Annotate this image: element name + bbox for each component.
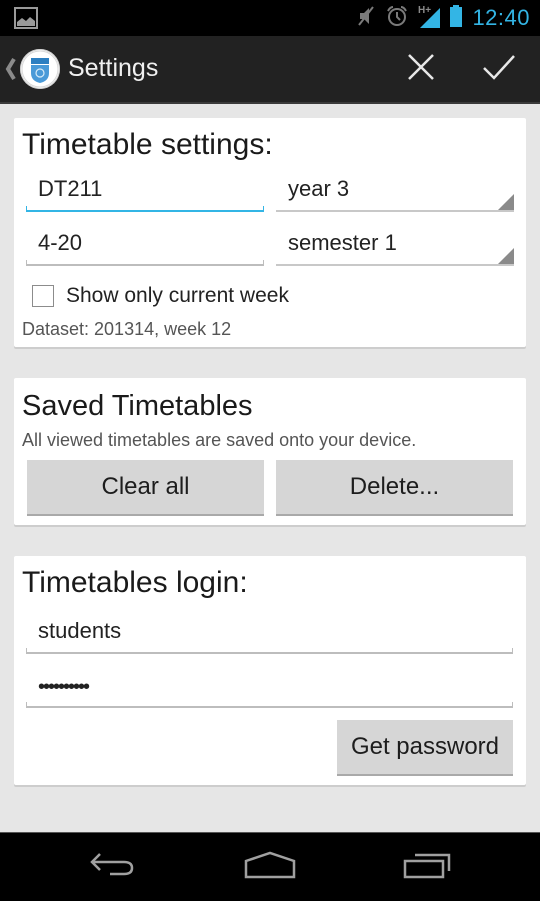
saved-timetables-title: Saved Timetables [22, 390, 253, 422]
back-icon [88, 850, 136, 885]
close-icon [407, 53, 435, 86]
image-notification-icon [14, 7, 38, 34]
home-icon [244, 851, 296, 884]
cancel-button[interactable] [386, 36, 456, 102]
mute-icon [356, 5, 376, 32]
show-current-week-label: Show only current week [66, 284, 289, 307]
back-button[interactable] [62, 833, 162, 901]
year-select-value: year 3 [288, 176, 350, 201]
show-current-week-checkbox[interactable]: Show only current week [32, 282, 289, 310]
saved-timetables-description: All viewed timetables are saved onto you… [22, 430, 417, 450]
get-password-button[interactable]: Get password [337, 720, 513, 776]
clear-all-button[interactable]: Clear all [27, 460, 264, 516]
recents-icon [403, 851, 453, 884]
clock: 12:40 [472, 5, 530, 30]
action-bar: Settings [0, 36, 540, 104]
saved-timetables-card: Saved Timetables All viewed timetables a… [14, 378, 526, 525]
dataset-info: Dataset: 201314, week 12 [22, 319, 232, 339]
timetables-login-title: Timetables login: [22, 566, 248, 599]
password-value: •••••••••• [38, 676, 90, 698]
semester-select-value: semester 1 [288, 230, 397, 255]
page-title: Settings [68, 54, 159, 82]
status-bar: H+ 12:40 [0, 0, 540, 36]
navigation-bar [0, 832, 540, 901]
year-select[interactable]: year 3 [276, 172, 514, 212]
signal-hplus-icon: H+ [418, 4, 441, 33]
password-input[interactable]: •••••••••• [26, 668, 513, 708]
app-logo[interactable] [20, 49, 60, 89]
recents-button[interactable] [378, 833, 478, 901]
alarm-icon [386, 5, 408, 32]
delete-button[interactable]: Delete... [276, 460, 513, 516]
timetable-settings-title: Timetable settings: [22, 128, 273, 161]
semester-select[interactable]: semester 1 [276, 226, 514, 266]
weeks-range-value: 4-20 [38, 230, 83, 255]
svg-text:H+: H+ [418, 5, 431, 16]
timetables-login-card: Timetables login: students •••••••••• Ge… [14, 556, 526, 785]
check-icon [482, 54, 516, 85]
timetable-settings-card: Timetable settings: DT211 year 3 4-20 se… [14, 118, 526, 347]
course-code-input[interactable]: DT211 [26, 172, 264, 212]
username-value: students [38, 618, 122, 643]
home-button[interactable] [220, 833, 320, 901]
dropdown-corner-icon [498, 248, 514, 264]
course-code-value: DT211 [38, 176, 103, 201]
done-button[interactable] [464, 36, 534, 102]
checkbox-box[interactable] [32, 285, 54, 307]
username-input[interactable]: students [26, 614, 513, 654]
dropdown-corner-icon [498, 194, 514, 210]
battery-icon [450, 4, 463, 32]
weeks-range-input[interactable]: 4-20 [26, 226, 264, 266]
chevron-left-icon[interactable] [4, 56, 16, 82]
